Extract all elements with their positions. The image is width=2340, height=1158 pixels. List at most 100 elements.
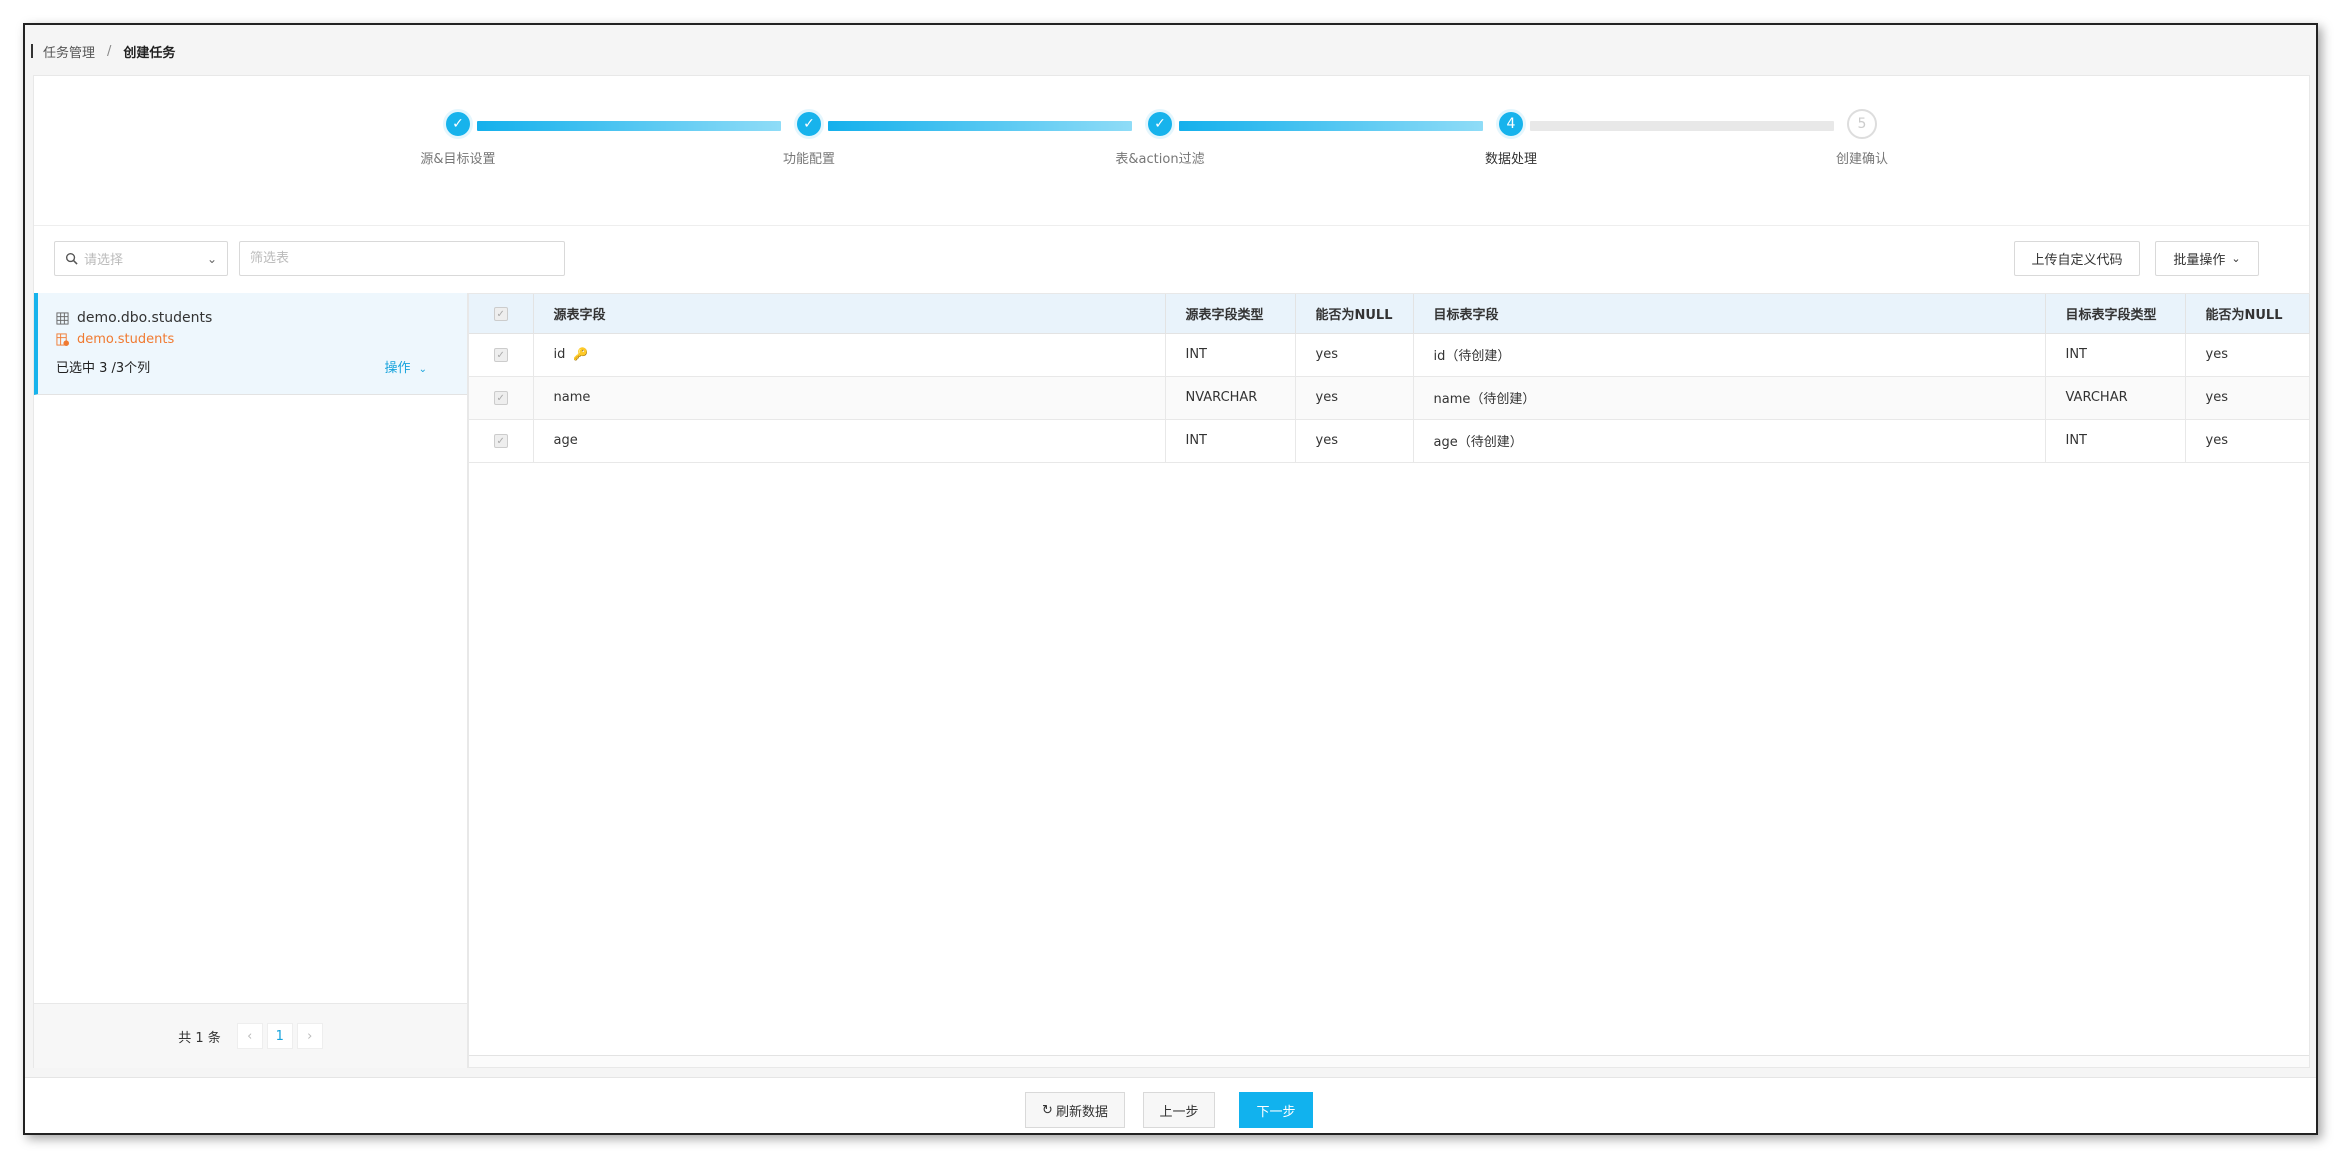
target-nullable[interactable]: yes [2185, 333, 2310, 377]
step-3: ✓ 表&action过滤 [1100, 109, 1220, 167]
step-connector-2 [828, 121, 1132, 131]
step-label: 源&目标设置 [420, 152, 496, 167]
breadcrumb-bar [31, 44, 33, 58]
source-field: age [533, 419, 1166, 463]
step-4: 4 数据处理 [1451, 109, 1571, 167]
source-nullable: yes [1295, 419, 1414, 463]
header-source-nullable: 能否为NULL [1295, 294, 1414, 334]
step-connector-1 [477, 121, 781, 131]
row-checkbox[interactable]: ✓ [493, 348, 508, 362]
table-grid-icon [56, 311, 69, 325]
step-check-icon: ✓ [794, 109, 824, 139]
table-row[interactable]: ✓ name NVARCHAR yes name（待创建） VARCHAR ye… [469, 376, 2310, 420]
batch-operation-label: 批量操作 [2173, 253, 2226, 268]
header-target-type: 目标表字段类型 [2045, 294, 2186, 334]
header-target-field: 目标表字段 [1413, 294, 2046, 334]
previous-step-button[interactable]: 上一步 [1143, 1092, 1215, 1128]
source-field: id [553, 347, 566, 362]
source-type: INT [1165, 333, 1296, 377]
source-table-row: demo.dbo.students [56, 310, 212, 326]
chevron-down-icon: ⌄ [418, 364, 427, 375]
step-5: 5 创建确认 [1802, 109, 1922, 167]
horizontal-scrollbar[interactable] [469, 1055, 2309, 1067]
toolbar: 请选择 ⌄ 上传自定义代码 批量操作 ⌄ [34, 226, 2309, 293]
table-row[interactable]: ✓ id 🔑 INT yes id（待创建） INT yes [469, 333, 2310, 377]
target-type[interactable]: INT [2045, 419, 2186, 463]
source-field-cell: id 🔑 [533, 333, 1166, 377]
next-step-button[interactable]: 下一步 [1239, 1092, 1313, 1128]
prev-page-button[interactable]: ‹ [236, 1023, 263, 1049]
refresh-label: 刷新数据 [1055, 1104, 1108, 1120]
search-icon [65, 252, 78, 265]
step-connector-4 [1530, 121, 1834, 131]
breadcrumb-separator: / [107, 43, 112, 59]
source-type: INT [1165, 419, 1296, 463]
header-source-field: 源表字段 [533, 294, 1166, 334]
step-1: ✓ 源&目标设置 [398, 109, 518, 167]
row-checkbox-cell: ✓ [469, 376, 534, 420]
main-content: ✓ 源&目标设置 ✓ 功能配置 ✓ 表&action过滤 4 数据处理 5 创建… [33, 75, 2310, 1068]
row-checkbox[interactable]: ✓ [493, 434, 508, 448]
selection-count: 已选中 3 /3个列 [56, 361, 151, 376]
target-type[interactable]: VARCHAR [2045, 376, 2186, 420]
step-number: 4 [1496, 109, 1526, 139]
source-nullable: yes [1295, 376, 1414, 420]
chevron-down-icon: ⌄ [2231, 252, 2241, 265]
primary-key-icon: 🔑 [573, 347, 589, 361]
pagination: 共 1 条 ‹ 1 › [34, 1003, 467, 1068]
chevron-down-icon: ⌄ [206, 251, 217, 266]
select-placeholder: 请选择 [84, 253, 124, 268]
table-list-panel: demo.dbo.students demo.students 已选中 3 /3… [34, 293, 468, 1068]
header-source-type: 源表字段类型 [1165, 294, 1296, 334]
target-field[interactable]: age（待创建） [1413, 419, 2046, 463]
table-filter-input[interactable] [239, 241, 565, 276]
table-header-row: ✓ 源表字段 源表字段类型 能否为NULL 目标表字段 目标表字段类型 能否为N… [469, 294, 2310, 334]
new-table-icon [56, 333, 69, 346]
table-operation-dropdown[interactable]: 操作 ⌄ [384, 357, 427, 376]
refresh-icon: ↻ [1042, 1102, 1053, 1118]
table-row[interactable]: ✓ age INT yes age（待创建） INT yes [469, 419, 2310, 463]
batch-operation-button[interactable]: 批量操作 ⌄ [2155, 241, 2259, 276]
select-all-cell: ✓ [469, 294, 534, 334]
row-checkbox-cell: ✓ [469, 419, 534, 463]
row-checkbox-cell: ✓ [469, 333, 534, 377]
footer-actions: ↻ 刷新数据 上一步 下一步 [25, 1077, 2316, 1133]
table-list-item[interactable]: demo.dbo.students demo.students 已选中 3 /3… [34, 293, 467, 395]
step-check-icon: ✓ [1145, 109, 1175, 139]
step-label: 数据处理 [1484, 152, 1537, 167]
breadcrumb: 任务管理 / 创建任务 [31, 41, 175, 61]
target-nullable[interactable]: yes [2185, 376, 2310, 420]
step-2: ✓ 功能配置 [749, 109, 869, 167]
source-nullable: yes [1295, 333, 1414, 377]
target-type[interactable]: INT [2045, 333, 2186, 377]
upload-code-button[interactable]: 上传自定义代码 [2014, 241, 2140, 276]
field-mapping-table: ✓ 源表字段 源表字段类型 能否为NULL 目标表字段 目标表字段类型 能否为N… [468, 293, 2310, 1068]
target-table-name: demo.students [77, 332, 175, 347]
source-field: name [533, 376, 1166, 420]
header-target-nullable: 能否为NULL [2185, 294, 2310, 334]
refresh-data-button[interactable]: ↻ 刷新数据 [1025, 1092, 1125, 1128]
step-label: 功能配置 [782, 152, 835, 167]
step-connector-3 [1179, 121, 1483, 131]
breadcrumb-parent[interactable]: 任务管理 [43, 42, 95, 61]
app-window: 任务管理 / 创建任务 ✓ 源&目标设置 ✓ 功能配置 ✓ 表&action过滤… [23, 23, 2318, 1135]
step-label: 创建确认 [1835, 152, 1888, 167]
target-field[interactable]: name（待创建） [1413, 376, 2046, 420]
select-all-checkbox[interactable]: ✓ [493, 306, 508, 321]
row-checkbox[interactable]: ✓ [493, 391, 508, 405]
step-number: 5 [1847, 109, 1877, 139]
total-count: 共 1 条 [178, 1030, 221, 1046]
next-page-button[interactable]: › [296, 1023, 323, 1049]
source-type: NVARCHAR [1165, 376, 1296, 420]
source-table-name: demo.dbo.students [77, 310, 213, 326]
operation-label: 操作 [384, 361, 411, 376]
target-table-row: demo.students [56, 332, 174, 347]
target-field[interactable]: id（待创建） [1413, 333, 2046, 377]
step-label: 表&action过滤 [1115, 152, 1205, 167]
target-nullable[interactable]: yes [2185, 419, 2310, 463]
step-check-icon: ✓ [443, 109, 473, 139]
page-1-button[interactable]: 1 [266, 1023, 293, 1049]
db-select[interactable]: 请选择 ⌄ [54, 241, 228, 276]
breadcrumb-current: 创建任务 [123, 45, 176, 61]
stepper: ✓ 源&目标设置 ✓ 功能配置 ✓ 表&action过滤 4 数据处理 5 创建… [34, 76, 2309, 226]
